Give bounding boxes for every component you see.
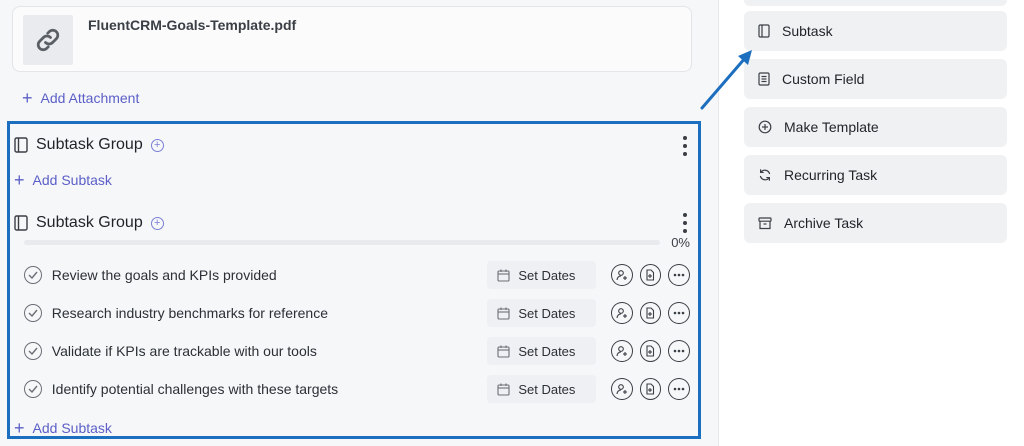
more-options-icon[interactable]: [668, 302, 690, 324]
subtask-group-icon: [14, 137, 28, 153]
kebab-dot: [683, 144, 687, 148]
add-subtask-link[interactable]: + Add Subtask: [14, 170, 112, 190]
kebab-dot: [683, 213, 687, 217]
subtask-group-title: Subtask Group: [36, 136, 143, 153]
task-row[interactable]: Review the goals and KPIs provided Set D…: [24, 257, 690, 293]
subtask-group-header: Subtask Group +: [14, 136, 164, 154]
assign-user-icon[interactable]: [610, 340, 633, 362]
group-menu-button[interactable]: [679, 136, 691, 156]
task-title[interactable]: Validate if KPIs are trackable with our …: [52, 343, 488, 359]
menu-recurring-task-button[interactable]: Recurring Task: [744, 155, 1007, 195]
task-row[interactable]: Identify potential challenges with these…: [24, 371, 690, 407]
menu-recurring-task-label: Recurring Task: [784, 167, 878, 183]
assign-user-icon[interactable]: [610, 302, 633, 324]
plus-circle-icon: [758, 120, 772, 134]
menu-custom-field-button[interactable]: Custom Field: [744, 59, 1007, 99]
plus-icon: +: [22, 88, 33, 108]
archive-icon: [758, 216, 772, 229]
subtask-group-header: Subtask Group +: [14, 214, 164, 232]
set-dates-button[interactable]: Set Dates: [487, 337, 596, 365]
menu-archive-task-button[interactable]: Archive Task: [744, 203, 1007, 243]
task-title[interactable]: Research industry benchmarks for referen…: [52, 305, 488, 321]
menu-subtask-label: Subtask: [782, 23, 833, 39]
calendar-icon: [497, 307, 510, 320]
plus-icon: +: [14, 418, 25, 438]
kebab-dot: [683, 136, 687, 140]
subtask-icon: [758, 24, 770, 38]
task-title[interactable]: Identify potential challenges with these…: [52, 381, 488, 397]
group-progress-label: 0%: [671, 235, 690, 250]
more-options-icon[interactable]: [668, 340, 690, 362]
add-subtask-label: Add Subtask: [32, 172, 112, 188]
add-subtask-link[interactable]: + Add Subtask: [14, 418, 112, 438]
task-row[interactable]: Research industry benchmarks for referen…: [24, 295, 690, 331]
set-dates-button[interactable]: Set Dates: [487, 375, 596, 403]
menu-button-partial[interactable]: [744, 0, 1007, 6]
subtask-groups-highlight: Subtask Group + + Add Subtask Subtask Gr…: [7, 121, 701, 439]
subtask-group-icon: [14, 215, 28, 231]
attachment-file-name[interactable]: FluentCRM-Goals-Template.pdf: [88, 17, 296, 33]
group-menu-button[interactable]: [679, 213, 691, 233]
task-complete-check-icon[interactable]: [24, 380, 42, 398]
kebab-dot: [683, 229, 687, 233]
add-circle-icon[interactable]: +: [150, 216, 164, 230]
more-options-icon[interactable]: [668, 264, 690, 286]
assign-user-icon[interactable]: [610, 378, 633, 400]
add-attachment-link[interactable]: + Add Attachment: [22, 88, 140, 108]
add-circle-icon[interactable]: +: [150, 138, 164, 152]
set-dates-button[interactable]: Set Dates: [487, 299, 596, 327]
subtask-group-title: Subtask Group: [36, 214, 143, 231]
task-detail-pane: FluentCRM-Goals-Template.pdf + Add Attac…: [0, 0, 718, 446]
add-attachment-label: Add Attachment: [40, 90, 140, 106]
kebab-dot: [683, 152, 687, 156]
menu-subtask-button[interactable]: Subtask: [744, 11, 1007, 51]
set-dates-label: Set Dates: [518, 267, 576, 283]
link-icon: [36, 28, 60, 52]
set-dates-label: Set Dates: [518, 381, 576, 397]
add-file-icon[interactable]: [639, 302, 662, 324]
plus-icon: +: [14, 170, 25, 190]
assign-user-icon[interactable]: [610, 264, 633, 286]
recurring-icon: [759, 169, 771, 181]
set-dates-label: Set Dates: [518, 305, 576, 321]
calendar-icon: [497, 345, 510, 358]
menu-make-template-button[interactable]: Make Template: [744, 107, 1007, 147]
calendar-icon: [497, 383, 510, 396]
callout-arrow-line: [700, 55, 748, 110]
add-subtask-label: Add Subtask: [32, 420, 112, 436]
task-complete-check-icon[interactable]: [24, 342, 42, 360]
add-file-icon[interactable]: [639, 264, 662, 286]
set-dates-button[interactable]: Set Dates: [487, 261, 596, 289]
attachment-thumbnail: [23, 15, 73, 65]
menu-make-template-label: Make Template: [784, 119, 879, 135]
menu-custom-field-label: Custom Field: [782, 71, 865, 87]
add-file-icon[interactable]: [639, 378, 662, 400]
task-complete-check-icon[interactable]: [24, 304, 42, 322]
attachment-card[interactable]: FluentCRM-Goals-Template.pdf: [12, 6, 692, 72]
task-complete-check-icon[interactable]: [24, 266, 42, 284]
group-progress-bar: [24, 240, 660, 245]
more-options-icon[interactable]: [668, 378, 690, 400]
task-title[interactable]: Review the goals and KPIs provided: [52, 267, 488, 283]
kebab-dot: [683, 221, 687, 225]
callout-arrow: [700, 50, 752, 110]
add-file-icon[interactable]: [639, 340, 662, 362]
set-dates-label: Set Dates: [518, 343, 576, 359]
menu-archive-task-label: Archive Task: [784, 215, 864, 231]
calendar-icon: [497, 269, 510, 282]
task-row[interactable]: Validate if KPIs are trackable with our …: [24, 333, 690, 369]
